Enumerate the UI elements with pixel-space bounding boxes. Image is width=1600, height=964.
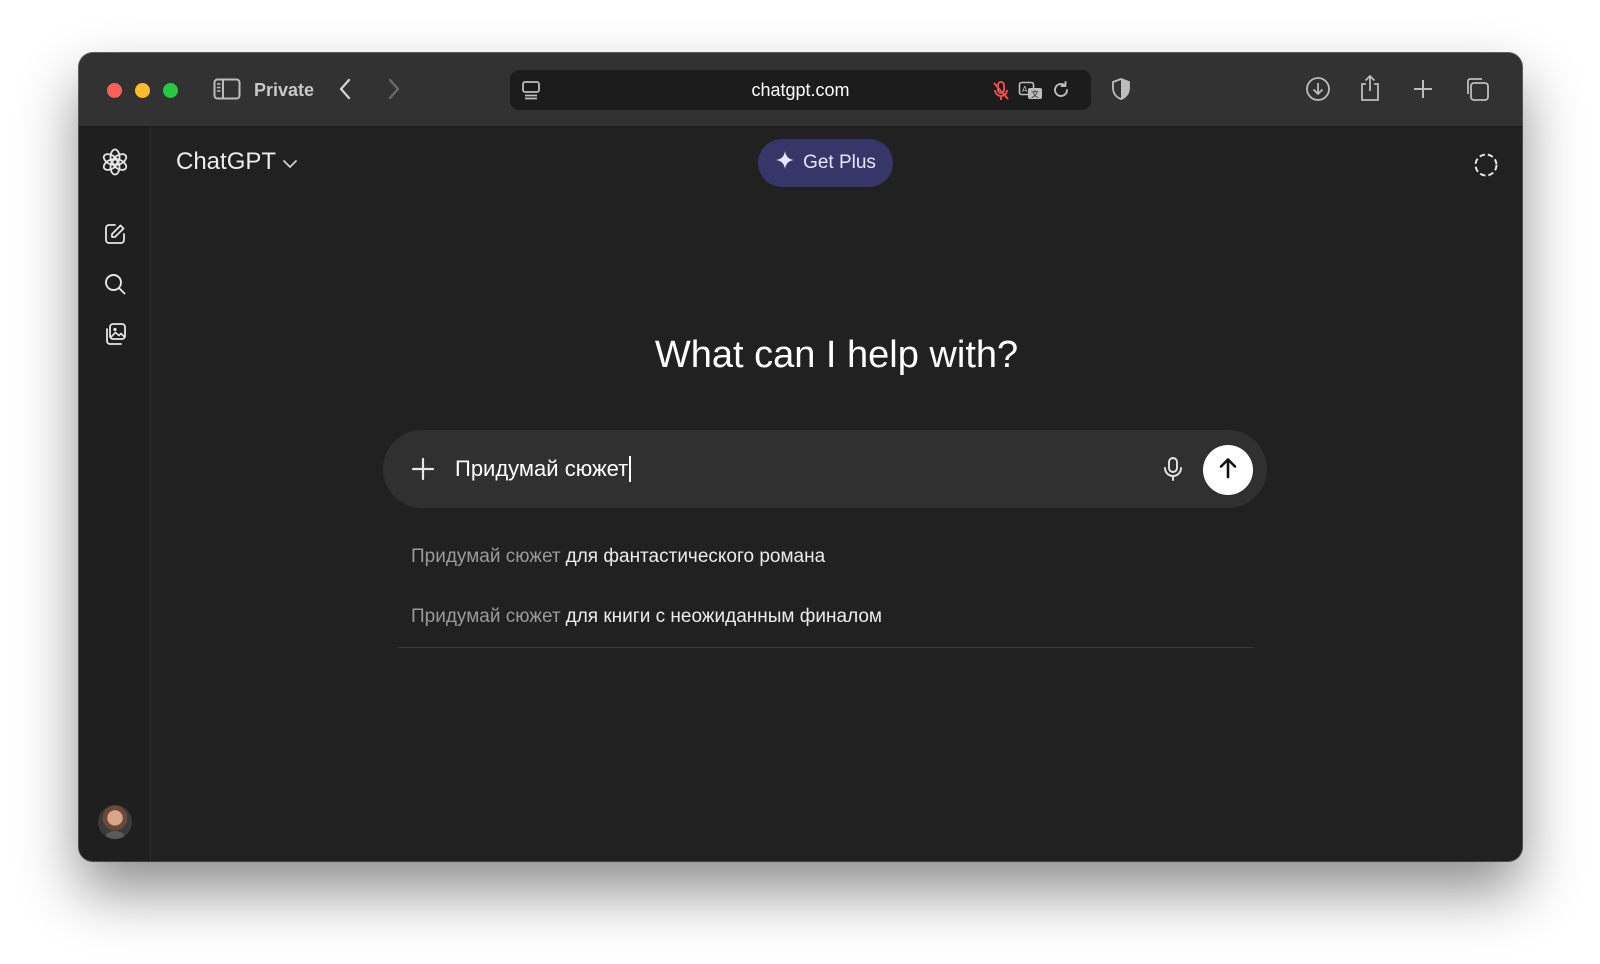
microphone-icon[interactable] [1159, 455, 1187, 483]
autocomplete-suggestions: Придумай сюжет для фантастического роман… [398, 527, 1254, 648]
library-icon[interactable] [99, 318, 131, 350]
suggestion-item[interactable]: Придумай сюжет для книги с неожиданным ф… [398, 587, 1254, 647]
suggestion-typed-text: Придумай сюжет [411, 606, 561, 627]
microphone-muted-icon[interactable] [991, 80, 1011, 102]
prompt-composer[interactable]: Придумай сюжет [383, 430, 1267, 508]
tab-overview-icon[interactable] [1463, 75, 1491, 103]
translate-icon[interactable]: A文 [1018, 80, 1044, 102]
forward-icon[interactable] [384, 77, 404, 101]
svg-text:A: A [1022, 85, 1028, 94]
back-icon[interactable] [335, 77, 355, 101]
close-window-button[interactable] [107, 83, 122, 98]
new-chat-icon[interactable] [99, 218, 131, 250]
model-selector[interactable]: ChatGPT [176, 147, 298, 177]
sidebar-toggle-icon[interactable] [213, 77, 241, 101]
minimize-window-button[interactable] [135, 83, 150, 98]
new-tab-icon[interactable] [1411, 77, 1435, 101]
get-plus-button[interactable]: Get Plus [758, 139, 893, 187]
suggestion-item[interactable]: Придумай сюжет для фантастического роман… [398, 527, 1254, 587]
share-icon[interactable] [1358, 73, 1382, 103]
arrow-up-icon [1216, 456, 1240, 485]
svg-text:文: 文 [1031, 89, 1039, 99]
private-mode-label: Private [254, 80, 315, 100]
user-avatar[interactable] [98, 805, 132, 839]
sparkle-icon [775, 150, 795, 176]
add-attachment-icon[interactable] [409, 455, 437, 483]
address-bar[interactable]: chatgpt.com A文 [510, 70, 1091, 110]
prompt-input[interactable]: Придумай сюжет [455, 456, 632, 482]
suggestion-typed-text: Придумай сюжет [411, 546, 561, 567]
page-title: What can I help with? [654, 334, 1019, 376]
get-plus-label: Get Plus [803, 152, 876, 173]
search-icon[interactable] [99, 268, 131, 300]
model-name: ChatGPT [176, 148, 277, 175]
suggestion-completion-text: для книги с неожиданным финалом [565, 606, 882, 627]
privacy-shield-icon[interactable] [1109, 76, 1133, 102]
zoom-window-button[interactable] [163, 83, 178, 98]
chevron-down-icon [282, 147, 298, 177]
downloads-icon[interactable] [1305, 76, 1331, 102]
openai-logo-icon[interactable] [99, 146, 131, 178]
sidebar [79, 127, 151, 861]
main-content: ChatGPT Get Plus What can I help with? П… [151, 127, 1522, 861]
send-button[interactable] [1203, 445, 1253, 495]
temporary-chat-icon[interactable] [1472, 151, 1500, 179]
suggestion-completion-text: для фантастического романа [565, 546, 826, 567]
reload-icon[interactable] [1050, 79, 1072, 101]
browser-window: Private chatgpt.com A文 ChatGPT Get Plus … [79, 53, 1522, 861]
browser-toolbar: Private chatgpt.com A文 [79, 53, 1522, 127]
